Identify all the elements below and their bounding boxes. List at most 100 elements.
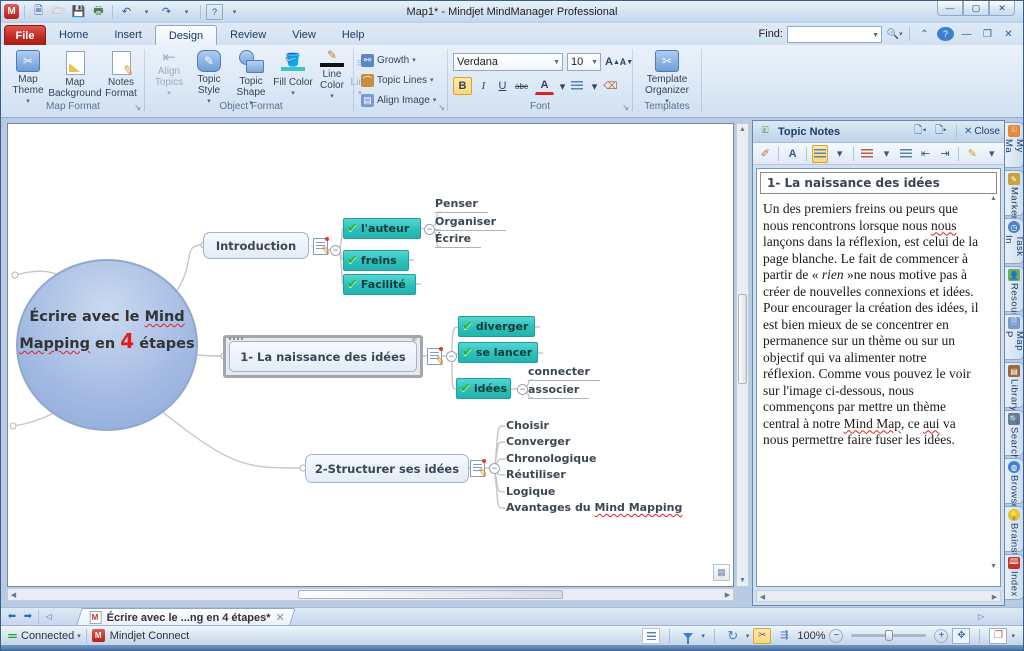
selected-topic-frame[interactable]: ◃▹ 1- La naissance des idées xyxy=(223,335,423,378)
map-canvas[interactable]: Écrire avec le Mind Mapping en 4 étapes … xyxy=(7,123,734,587)
topic-lines-button[interactable]: ⌒ Topic Lines▾ xyxy=(361,71,434,89)
font-size-select[interactable]: 10▼ xyxy=(567,53,601,71)
tab-help[interactable]: Help xyxy=(329,25,378,45)
collapse-branch-icon[interactable]: − xyxy=(446,351,457,362)
clear-formatting-icon[interactable]: ⌫ xyxy=(601,77,620,95)
scroll-down-icon[interactable]: ▼ xyxy=(737,575,748,586)
topic-shape-button[interactable]: Topic Shape▾ xyxy=(228,49,274,99)
mindjet-connect-label[interactable]: Mindjet Connect xyxy=(110,630,190,642)
scroll-right-icon[interactable]: ▶ xyxy=(989,591,1000,602)
scrollbar-thumb[interactable] xyxy=(298,590,563,599)
canvas-vertical-scrollbar[interactable]: ▲ ▼ xyxy=(736,123,749,587)
connected-dropdown-icon[interactable]: ▾ xyxy=(77,632,81,640)
topic-notes-icon[interactable] xyxy=(313,238,328,255)
filter-icon[interactable] xyxy=(679,628,697,644)
expand-panel-icon[interactable]: ▷ xyxy=(973,609,989,624)
sidebar-tab-brainstorm[interactable]: 💡Brainst xyxy=(1005,506,1024,552)
alignment-button[interactable] xyxy=(567,77,586,95)
connected-label[interactable]: Connected xyxy=(21,630,74,642)
subtopic-converger[interactable]: Converger xyxy=(506,435,570,448)
scrollbar-thumb[interactable] xyxy=(738,294,747,384)
topic-notes-icon[interactable] xyxy=(427,348,442,365)
format-painter-icon[interactable]: ✐ xyxy=(757,145,773,163)
subtopic-selancer[interactable]: ✔se lancer xyxy=(458,342,538,363)
subtopic-choisir[interactable]: Choisir xyxy=(506,419,549,432)
scroll-left-icon[interactable]: ◀ xyxy=(8,589,19,600)
subtopic-lauteur[interactable]: ✔l'auteur xyxy=(343,218,421,239)
font-color-button[interactable]: A xyxy=(535,77,554,95)
tab-home[interactable]: Home xyxy=(46,25,101,45)
subtopic-associer[interactable]: associer xyxy=(528,383,589,399)
collapse-branch-icon[interactable]: − xyxy=(489,463,500,474)
previous-note-icon[interactable]: 🗋◂ xyxy=(912,124,928,140)
bullet-list-icon[interactable] xyxy=(898,145,914,163)
topic-style-button[interactable]: ✎ Topic Style▾ xyxy=(186,49,232,99)
tab-review[interactable]: Review xyxy=(217,25,279,45)
scroll-right-icon[interactable]: ▶ xyxy=(722,589,733,600)
subtopic-ecrire[interactable]: Écrire xyxy=(435,232,481,248)
subtopic-diverger[interactable]: ✔diverger xyxy=(458,316,535,337)
map-overview-button[interactable]: ▦ xyxy=(713,564,730,581)
subtopic-freins[interactable]: ✔freins xyxy=(343,250,409,271)
collapse-ribbon-icon[interactable]: ⌃ xyxy=(916,26,933,43)
notes-vertical-scrollbar[interactable]: ▲ ▼ xyxy=(988,193,1000,586)
find-dropdown-icon[interactable]: ▼ xyxy=(872,32,879,39)
topic-introduction[interactable]: Introduction xyxy=(203,232,309,259)
sidebar-tab-browse[interactable]: ◍Browse xyxy=(1005,458,1024,504)
growth-button[interactable]: ⚯ Growth▾ xyxy=(361,51,416,69)
subtopic-facilite[interactable]: ✔Facilité xyxy=(343,274,416,295)
binoculars-icon[interactable]: 🔍▾ xyxy=(886,26,903,43)
subtopic-reutiliser[interactable]: Réutiliser xyxy=(506,468,566,481)
doc-restore-icon[interactable]: ❐ xyxy=(979,26,996,43)
subtopic-chronologique[interactable]: Chronologique xyxy=(506,452,596,465)
file-tab[interactable]: File xyxy=(4,25,46,45)
bold-button[interactable]: B xyxy=(453,77,472,95)
font-dialog-icon[interactable]: A xyxy=(784,145,800,163)
close-panel-button[interactable]: ✕ Close xyxy=(964,124,1000,140)
font-dialog-launcher-icon[interactable]: ↘ xyxy=(622,103,629,112)
sidebar-tab-resources[interactable]: 👤Resour xyxy=(1005,266,1024,312)
sidebar-tab-library[interactable]: ▤Library xyxy=(1005,362,1024,408)
subtopic-organiser[interactable]: Organiser xyxy=(435,215,506,231)
map-background-button[interactable]: Map Background xyxy=(49,49,101,99)
map-format-dialog-launcher-icon[interactable]: ↘ xyxy=(134,103,141,112)
forward-arrow-icon[interactable]: ➡ xyxy=(20,609,36,624)
underline-button[interactable]: U xyxy=(493,77,512,95)
central-topic[interactable]: Écrire avec le Mind Mapping en 4 étapes xyxy=(16,259,198,431)
sidebar-tab-task-info[interactable]: ◷Task In xyxy=(1005,218,1024,264)
tab-insert[interactable]: Insert xyxy=(101,25,155,45)
highlighter-dropdown-icon[interactable]: ▾ xyxy=(984,145,1000,163)
refresh-icon[interactable]: ↻ xyxy=(724,628,742,644)
notes-horizontal-scrollbar[interactable]: ◀ ▶ xyxy=(756,590,1001,602)
balance-map-icon[interactable]: ✂ xyxy=(753,628,771,644)
align-dropdown-icon[interactable]: ▾ xyxy=(831,145,847,163)
collapse-branch-icon[interactable]: − xyxy=(517,384,528,395)
arrange-dialog-launcher-icon[interactable]: ↘ xyxy=(438,103,445,112)
sidebar-tab-marker[interactable]: ✎Marker xyxy=(1005,170,1024,216)
subtopic-penser[interactable]: Penser xyxy=(435,197,488,213)
numbered-list-dropdown-icon[interactable]: ▾ xyxy=(878,145,894,163)
subtopic-logique[interactable]: Logique xyxy=(506,485,555,498)
subtopic-connecter[interactable]: connecter xyxy=(528,365,600,381)
zoom-slider[interactable] xyxy=(851,634,926,637)
topic-notes-icon[interactable] xyxy=(470,460,485,477)
zoom-slider-thumb[interactable] xyxy=(885,630,893,641)
topic-naissance[interactable]: 1- La naissance des idées xyxy=(229,341,417,372)
find-input[interactable]: ▼ xyxy=(787,26,882,43)
scroll-up-icon[interactable]: ▲ xyxy=(988,193,999,204)
sidebar-tab-map-parts[interactable]: 🗎Map P xyxy=(1005,314,1024,360)
presentation-view-icon[interactable] xyxy=(642,628,660,644)
tab-view[interactable]: View xyxy=(279,25,329,45)
refresh-dropdown-icon[interactable]: ▾ xyxy=(746,632,750,640)
collapse-branch-icon[interactable]: − xyxy=(330,245,341,256)
align-left-button[interactable] xyxy=(812,145,829,163)
back-arrow-icon[interactable]: ⬅ xyxy=(4,609,20,624)
fit-map-icon[interactable]: ✥ xyxy=(952,628,970,644)
align-image-button[interactable]: ▤ Align Image▾ xyxy=(361,91,436,109)
scroll-left-icon[interactable]: ◀ xyxy=(757,591,768,602)
close-tab-icon[interactable]: ✕ xyxy=(276,611,285,624)
collapse-branch-icon[interactable]: − xyxy=(424,224,435,235)
font-family-select[interactable]: Verdana▼ xyxy=(453,53,563,71)
minimize-button[interactable]: — xyxy=(937,1,963,16)
sidebar-tab-search[interactable]: 🔍Search xyxy=(1005,410,1024,456)
